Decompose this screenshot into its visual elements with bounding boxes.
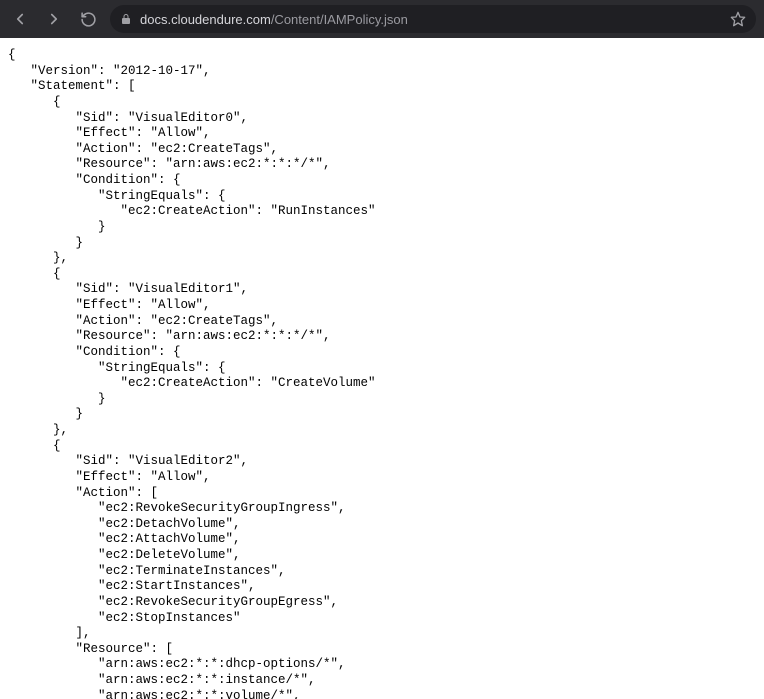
url-text: docs.cloudendure.com/Content/IAMPolicy.j…	[140, 12, 408, 27]
json-document: { "Version": "2012-10-17", "Statement": …	[8, 48, 756, 699]
url-path: /Content/IAMPolicy.json	[271, 12, 408, 27]
forward-button[interactable]	[42, 7, 66, 31]
lock-icon	[120, 13, 132, 25]
url-host: docs.cloudendure.com	[140, 12, 271, 27]
document-viewport: { "Version": "2012-10-17", "Statement": …	[0, 38, 764, 699]
address-bar[interactable]: docs.cloudendure.com/Content/IAMPolicy.j…	[110, 5, 756, 33]
back-button[interactable]	[8, 7, 32, 31]
bookmark-star-icon[interactable]	[730, 11, 746, 27]
browser-toolbar: docs.cloudendure.com/Content/IAMPolicy.j…	[0, 0, 764, 38]
reload-button[interactable]	[76, 7, 100, 31]
